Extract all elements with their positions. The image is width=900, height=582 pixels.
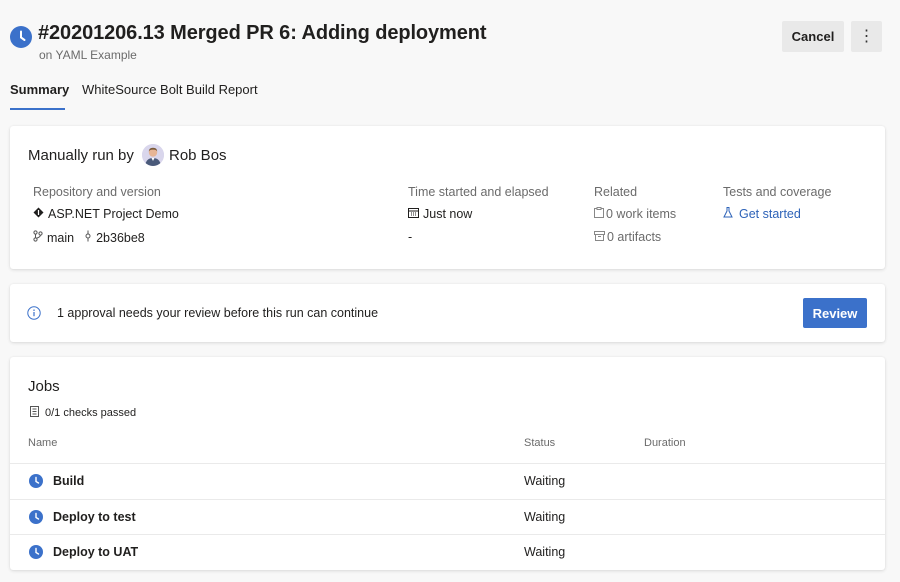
repo-name-text: ASP.NET Project Demo [48, 207, 179, 221]
job-row[interactable]: Deploy to test Waiting [10, 499, 885, 534]
tab-summary[interactable]: Summary [10, 82, 69, 97]
more-icon[interactable]: ⋮ [851, 21, 882, 52]
job-name: Deploy to test [53, 510, 136, 524]
time-started-row: Just now [408, 207, 472, 221]
elapsed-time: - [408, 230, 413, 244]
job-name: Deploy to UAT [53, 545, 139, 559]
run-trigger-label: Manually run by [28, 147, 134, 164]
job-status: Waiting [524, 545, 566, 559]
cancel-button[interactable]: Cancel [782, 21, 844, 52]
jobs-card: Jobs 0/1 checks passed Name Status Durat… [10, 357, 885, 570]
job-row[interactable]: Build Waiting [10, 463, 885, 498]
clock-icon [29, 474, 43, 488]
calendar-icon [408, 207, 419, 221]
time-started: Just now [423, 207, 473, 221]
work-items-row[interactable]: 0 work items [594, 207, 676, 221]
column-header-duration: Duration [644, 437, 686, 449]
artifact-icon [594, 230, 605, 244]
clock-icon [10, 26, 32, 48]
checks-summary: 0/1 checks passed [30, 406, 136, 420]
review-button[interactable]: Review [803, 298, 867, 328]
column-header-status: Status [524, 437, 556, 449]
related-column-label: Related [594, 185, 638, 199]
branch-icon [33, 230, 43, 245]
approval-banner: 1 approval needs your review before this… [10, 284, 885, 342]
tests-link-text: Get started [739, 207, 801, 221]
job-name: Build [53, 474, 85, 488]
repo-icon [33, 207, 44, 221]
clock-icon [29, 545, 43, 559]
job-status: Waiting [524, 510, 566, 524]
time-column-label: Time started and elapsed [408, 185, 549, 199]
checklist-icon [30, 406, 40, 420]
branch-commit-row: main 2b36be8 [33, 230, 145, 245]
tests-get-started-link[interactable]: Get started [723, 207, 801, 221]
repo-name[interactable]: ASP.NET Project Demo [33, 207, 179, 221]
job-status: Waiting [524, 474, 566, 488]
work-item-icon [594, 207, 604, 221]
branch-name[interactable]: main [47, 231, 74, 245]
commit-hash[interactable]: 2b36be8 [96, 231, 145, 245]
work-items-count: 0 work items [606, 207, 677, 221]
tests-column-label: Tests and coverage [723, 185, 832, 199]
page-header: #20201206.13 Merged PR 6: Adding deploym… [10, 22, 882, 66]
flask-icon [723, 207, 733, 221]
repo-column-label: Repository and version [33, 185, 161, 199]
job-row[interactable]: Deploy to UAT Waiting [10, 534, 885, 569]
artifacts-row[interactable]: 0 artifacts [594, 230, 661, 244]
approval-message: 1 approval needs your review before this… [57, 306, 379, 320]
tab-whitesource-report[interactable]: WhiteSource Bolt Build Report [82, 82, 258, 97]
page-title: #20201206.13 Merged PR 6: Adding deploym… [38, 22, 487, 44]
artifacts-count: 0 artifacts [607, 230, 662, 244]
checks-text: 0/1 checks passed [45, 407, 137, 419]
tab-active-indicator [10, 108, 65, 110]
avatar [142, 144, 164, 166]
run-summary-card: Manually run by Rob Bos Repository and v… [10, 126, 885, 269]
commit-icon [84, 230, 92, 245]
run-user-name[interactable]: Rob Bos [169, 147, 227, 164]
page-subtitle: on YAML Example [39, 48, 137, 62]
jobs-title: Jobs [28, 378, 60, 395]
column-header-name: Name [28, 437, 58, 449]
info-icon [27, 306, 41, 320]
clock-icon [29, 510, 43, 524]
